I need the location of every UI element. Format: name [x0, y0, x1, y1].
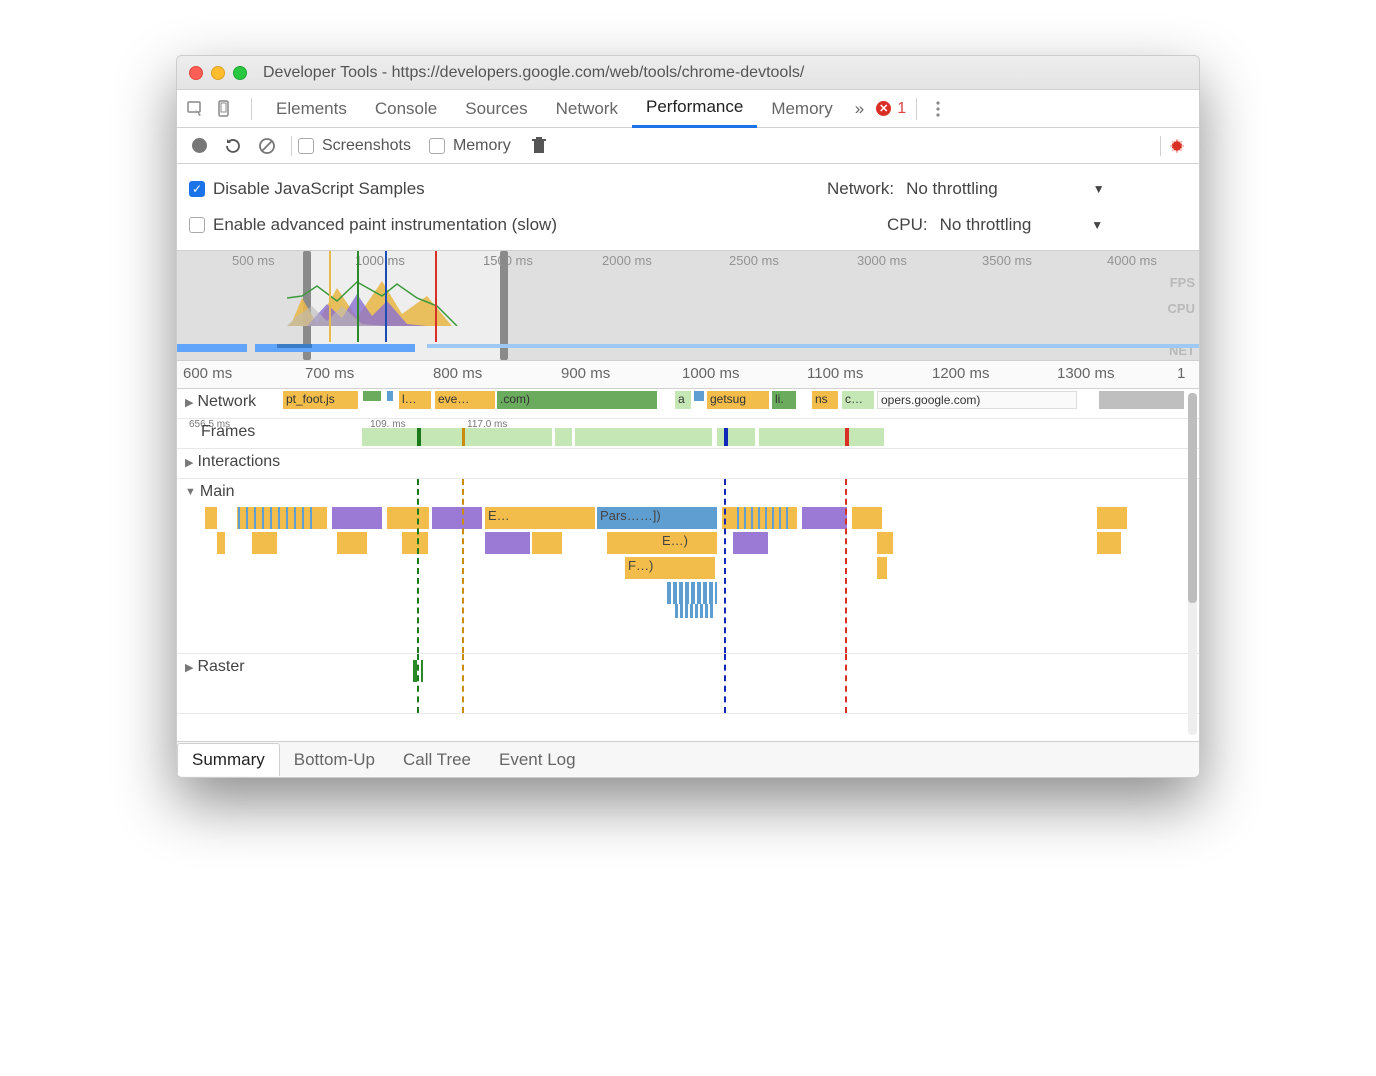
- network-bar[interactable]: l…: [399, 391, 431, 409]
- flame-chart-area: 600 ms 700 ms 800 ms 900 ms 1000 ms 1100…: [177, 361, 1199, 741]
- track-network[interactable]: ▶Network pt_foot.js l… eve… .com) a gets…: [177, 389, 1199, 419]
- tab-call-tree[interactable]: Call Tree: [389, 744, 485, 776]
- tab-summary[interactable]: Summary: [177, 743, 280, 776]
- performance-toolbar: Screenshots Memory: [177, 128, 1199, 164]
- record-button[interactable]: [189, 136, 209, 156]
- divider: [291, 136, 292, 156]
- panel-tabstrip: Elements Console Sources Network Perform…: [177, 90, 1199, 128]
- flame-chart[interactable]: E… Pars……]) E…) F…): [177, 485, 1187, 653]
- chevron-down-icon: ▼: [185, 486, 196, 498]
- scrollbar-thumb[interactable]: [1188, 393, 1197, 603]
- disable-samples-checkbox[interactable]: ✓: [189, 181, 205, 197]
- overview-net: [177, 344, 1199, 354]
- titlebar: Developer Tools - https://developers.goo…: [177, 56, 1199, 90]
- clear-button[interactable]: [257, 136, 277, 156]
- chevron-down-icon: ▼: [1091, 218, 1103, 232]
- marker: [329, 251, 331, 342]
- settings-gear-icon[interactable]: [1167, 136, 1187, 156]
- network-bar[interactable]: [363, 391, 381, 401]
- tab-performance[interactable]: Performance: [632, 90, 757, 128]
- frame-marker: [845, 428, 849, 446]
- overview-cpu-chart: [287, 276, 497, 326]
- marker-line: [724, 479, 726, 653]
- more-tabs[interactable]: »: [847, 90, 872, 128]
- enable-paint-label: Enable advanced paint instrumentation (s…: [213, 215, 557, 235]
- marker: [357, 251, 359, 342]
- error-count[interactable]: 1: [897, 100, 906, 118]
- chevron-right-icon: ▶: [185, 396, 193, 409]
- network-bar[interactable]: pt_foot.js: [283, 391, 358, 409]
- maximize-window-button[interactable]: [233, 66, 247, 80]
- chevron-right-icon: ▶: [185, 456, 193, 469]
- detail-ruler[interactable]: 600 ms 700 ms 800 ms 900 ms 1000 ms 1100…: [177, 361, 1199, 389]
- tab-sources[interactable]: Sources: [451, 90, 541, 128]
- window: Developer Tools - https://developers.goo…: [176, 55, 1200, 778]
- overview-timeline[interactable]: 500 ms 1000 ms 1500 ms 2000 ms 2500 ms 3…: [177, 251, 1199, 361]
- divider: [916, 98, 917, 120]
- frame-marker: [417, 428, 421, 446]
- network-bar[interactable]: [694, 391, 704, 401]
- enable-paint-checkbox[interactable]: [189, 217, 205, 233]
- vertical-scrollbar[interactable]: [1188, 393, 1197, 735]
- device-toggle-icon[interactable]: [213, 98, 235, 120]
- tab-console[interactable]: Console: [361, 90, 451, 128]
- tab-elements[interactable]: Elements: [262, 90, 361, 128]
- overview-tick: 1000 ms: [355, 253, 405, 268]
- marker: [385, 251, 387, 342]
- tab-network[interactable]: Network: [542, 90, 632, 128]
- divider: [251, 98, 252, 120]
- close-window-button[interactable]: [189, 66, 203, 80]
- frame-bar[interactable]: [759, 428, 884, 446]
- network-throttle-label: Network:: [827, 179, 894, 199]
- tab-bottom-up[interactable]: Bottom-Up: [280, 744, 389, 776]
- chevron-down-icon: ▼: [1093, 182, 1105, 196]
- marker-line: [417, 479, 419, 653]
- network-throttle-select[interactable]: No throttling ▼: [906, 179, 1105, 199]
- chevron-right-icon: ▶: [185, 661, 193, 674]
- tab-memory[interactable]: Memory: [757, 90, 846, 128]
- network-bar[interactable]: ns: [812, 391, 838, 409]
- window-title: Developer Tools - https://developers.goo…: [263, 64, 804, 82]
- network-bar[interactable]: c…: [842, 391, 874, 409]
- network-bar[interactable]: li.: [772, 391, 796, 409]
- track-interactions[interactable]: ▶Interactions: [177, 449, 1199, 479]
- track-frames[interactable]: Frames 656.5 ms 109. ms 117.0 ms: [177, 419, 1199, 449]
- memory-label: Memory: [453, 137, 511, 155]
- network-bar[interactable]: opers.google.com): [877, 391, 1077, 409]
- frame-marker: [462, 428, 465, 446]
- cpu-throttle-select[interactable]: No throttling ▼: [940, 215, 1104, 235]
- capture-settings: ✓ Disable JavaScript Samples Network: No…: [177, 164, 1199, 251]
- trash-icon[interactable]: [529, 136, 549, 156]
- reload-button[interactable]: [223, 136, 243, 156]
- network-bar[interactable]: eve…: [435, 391, 495, 409]
- tab-event-log[interactable]: Event Log: [485, 744, 590, 776]
- raster-bar[interactable]: [421, 660, 423, 682]
- marker-line: [845, 479, 847, 653]
- divider: [1160, 136, 1161, 156]
- inspect-icon[interactable]: [185, 98, 207, 120]
- details-tabs: Summary Bottom-Up Call Tree Event Log: [177, 741, 1199, 777]
- screenshots-checkbox[interactable]: [298, 138, 314, 154]
- network-bar[interactable]: .com): [497, 391, 657, 409]
- frame-bar[interactable]: [717, 428, 755, 446]
- network-bar[interactable]: [387, 391, 393, 401]
- minimize-window-button[interactable]: [211, 66, 225, 80]
- screenshots-label: Screenshots: [322, 137, 411, 155]
- error-icon[interactable]: ✕: [876, 101, 891, 116]
- kebab-menu-icon[interactable]: [927, 98, 949, 120]
- track-raster[interactable]: ▶Raster: [177, 654, 1199, 714]
- network-bar[interactable]: getsug: [707, 391, 769, 409]
- marker-line: [462, 479, 464, 653]
- frame-bar[interactable]: [362, 428, 712, 446]
- cpu-throttle-label: CPU:: [887, 215, 928, 235]
- frame-marker: [724, 428, 728, 446]
- track-main[interactable]: ▼Main E… Pars……]): [177, 479, 1199, 654]
- marker: [435, 251, 437, 342]
- network-bar[interactable]: [1099, 391, 1184, 409]
- network-bar[interactable]: a: [675, 391, 691, 409]
- disable-samples-label: Disable JavaScript Samples: [213, 179, 425, 199]
- memory-checkbox[interactable]: [429, 138, 445, 154]
